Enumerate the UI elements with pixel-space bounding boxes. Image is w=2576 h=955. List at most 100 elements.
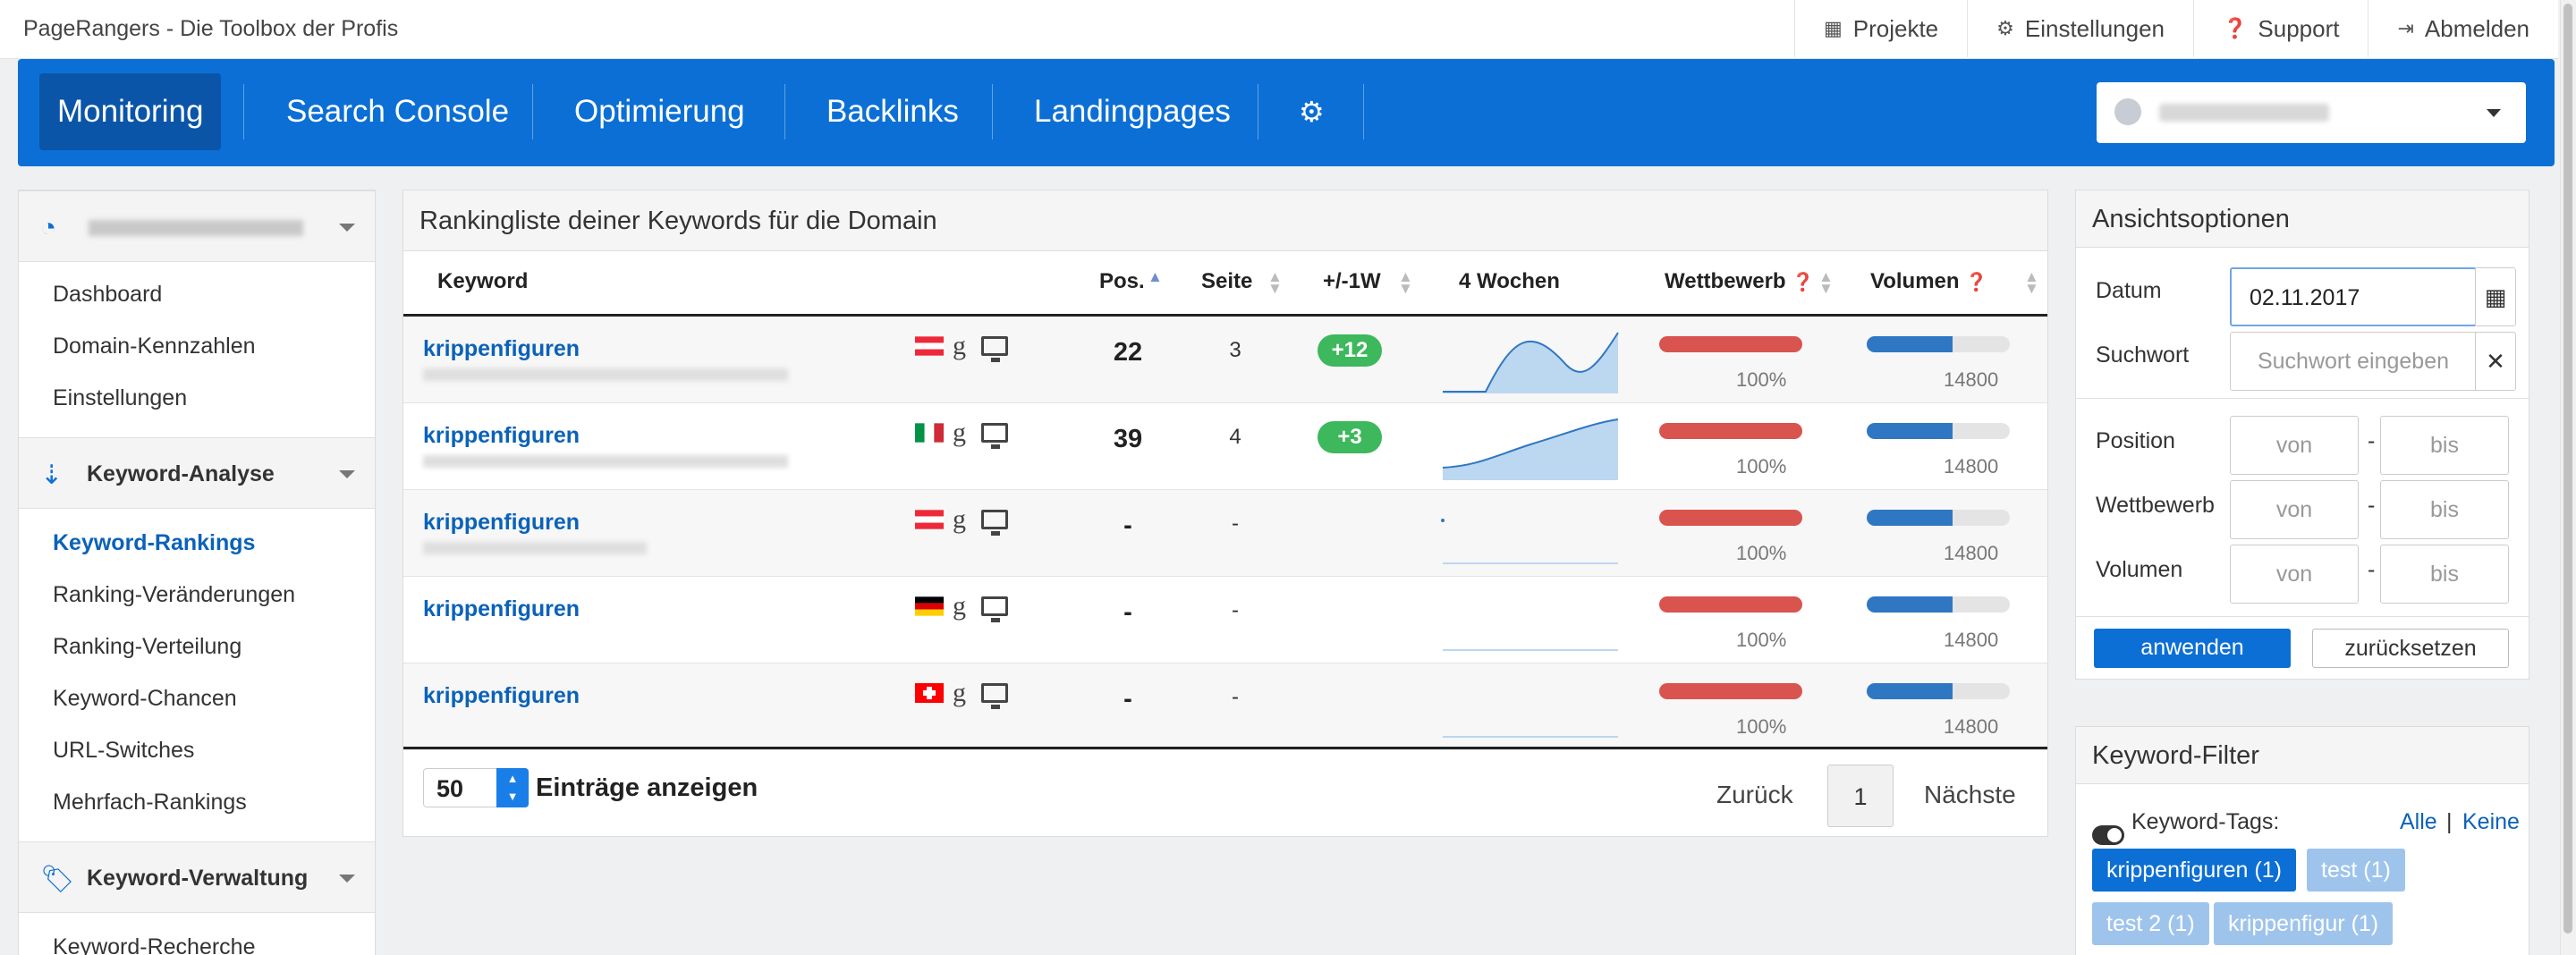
flag-italy-icon: [915, 423, 944, 443]
spinner-icon[interactable]: ▲ ▼: [496, 768, 529, 807]
tags-icon: 🏷: [40, 865, 75, 894]
select-all-link[interactable]: Alle: [2400, 809, 2437, 835]
ranking-panel: Rankingliste deiner Keywords für die Dom…: [402, 190, 2048, 837]
einstellungen-link[interactable]: ⚙ Einstellungen: [1967, 0, 2193, 57]
sidebar-section-keyword-verwaltung[interactable]: 🏷 Keyword-Verwaltung: [19, 841, 375, 913]
table-row: krippenfiguren g - - 100% 14800: [403, 577, 2047, 663]
suchwort-input[interactable]: Suchwort eingeben: [2230, 332, 2477, 391]
sidebar-item-keyword-recherche[interactable]: Keyword-Recherche: [53, 934, 256, 955]
view-options-panel: Ansichtsoptionen Datum 02.11.2017 ▦ Such…: [2075, 190, 2529, 680]
clear-icon[interactable]: ✕: [2475, 332, 2516, 391]
trend-sparkline: [1441, 519, 1618, 564]
col-change[interactable]: +/-1W: [1323, 269, 1381, 294]
nav-settings-gear-icon[interactable]: ⚙: [1281, 73, 1343, 150]
abmelden-link[interactable]: ⇥ Abmelden: [2368, 0, 2558, 57]
tag-krippenfiguren[interactable]: krippenfiguren (1): [2092, 849, 2296, 892]
sidebar-item-dashboard[interactable]: Dashboard: [53, 282, 162, 308]
col-volumen[interactable]: Volumen: [1870, 269, 1960, 294]
datum-input[interactable]: 02.11.2017: [2230, 267, 2477, 326]
nav-divider: [992, 84, 993, 139]
col-keyword[interactable]: Keyword: [437, 269, 528, 294]
section-title: Keyword-Analyse: [87, 461, 275, 486]
sidebar-item-url-switches[interactable]: URL-Switches: [53, 738, 194, 764]
divider: [2076, 616, 2529, 617]
page-value: -: [1232, 685, 1239, 709]
position-label: Position: [2096, 428, 2175, 453]
select-none-link[interactable]: Keine: [2462, 809, 2520, 835]
nav-backlinks[interactable]: Backlinks: [809, 73, 977, 150]
scrollbar-thumb[interactable]: [2563, 4, 2572, 934]
desktop-icon: [981, 510, 1008, 536]
position-bis-input[interactable]: bis: [2380, 416, 2509, 475]
domain-name-redacted: [2159, 104, 2329, 122]
sidebar-item-keyword-chancen[interactable]: Keyword-Chancen: [53, 686, 237, 712]
volumen-von-input[interactable]: von: [2230, 545, 2359, 604]
position-value: -: [1123, 598, 1132, 627]
keyword-link[interactable]: krippenfiguren: [423, 683, 580, 709]
panel-header: Keyword-Filter: [2076, 727, 2529, 784]
sort-icon: ▲ ▼: [1398, 268, 1413, 297]
desktop-icon: [981, 423, 1008, 449]
nav-optimierung[interactable]: Optimierung: [556, 73, 763, 150]
entries-per-page-select[interactable]: 50 ▲ ▼: [423, 768, 529, 807]
pagination-page[interactable]: 1: [1827, 765, 1894, 827]
chevron-down-icon: [339, 470, 355, 478]
volumen-bar: [1867, 423, 1953, 439]
volumen-bis-input[interactable]: bis: [2380, 545, 2509, 604]
gear-icon: ⚙: [1996, 17, 2014, 39]
tag-krippenfigur[interactable]: krippenfigur (1): [2214, 902, 2394, 945]
nav-divider: [784, 84, 785, 139]
change-badge: +12: [1318, 334, 1382, 367]
sidebar-item-mehrfach-rankings[interactable]: Mehrfach-Rankings: [53, 790, 247, 816]
reset-button[interactable]: zurücksetzen: [2312, 629, 2509, 668]
keyword-link[interactable]: krippenfiguren: [423, 596, 580, 622]
nav-landingpages[interactable]: Landingpages: [1016, 73, 1249, 150]
sidebar-item-domain-kennzahlen[interactable]: Domain-Kennzahlen: [53, 334, 256, 359]
position-von-input[interactable]: von: [2230, 416, 2359, 475]
col-seite[interactable]: Seite: [1201, 269, 1252, 294]
domain-select[interactable]: [2097, 82, 2526, 143]
wettbewerb-von-input[interactable]: von: [2230, 480, 2359, 539]
volumen-bar: [1867, 596, 1953, 613]
link-separator: |: [2446, 809, 2453, 834]
table-row: krippenfiguren g - - 100% 14800: [403, 663, 2047, 750]
sidebar-project-select[interactable]: ◔: [19, 190, 375, 262]
tag-test[interactable]: test (1): [2307, 849, 2405, 892]
nav-monitoring[interactable]: Monitoring: [39, 73, 222, 150]
entries-label: Einträge anzeigen: [536, 773, 758, 802]
projekte-link[interactable]: ▦ Projekte: [1793, 0, 1967, 57]
trend-sparkline: [1442, 418, 1619, 480]
google-icon: g: [953, 418, 966, 447]
col-wettbewerb[interactable]: Wettbewerb: [1665, 269, 1786, 294]
sidebar-item-ranking-veraenderungen[interactable]: Ranking-Veränderungen: [53, 582, 295, 608]
table-row: krippenfiguren g 22 3 +12 100% 14800: [403, 317, 2047, 403]
sidebar-section-keyword-analyse[interactable]: ⇣ Keyword-Analyse: [19, 437, 375, 509]
project-name-redacted: [89, 220, 303, 236]
keyword-link[interactable]: krippenfiguren: [423, 423, 580, 449]
help-icon[interactable]: ❓: [1792, 271, 1814, 293]
desktop-icon: [981, 596, 1008, 622]
desktop-icon: [981, 336, 1008, 362]
tag-test-2[interactable]: test 2 (1): [2092, 902, 2209, 945]
section-title: Keyword-Verwaltung: [87, 866, 309, 891]
help-icon[interactable]: ❓: [1965, 271, 1987, 293]
apply-button[interactable]: anwenden: [2094, 629, 2291, 668]
trend-sparkline: [1443, 649, 1618, 651]
nav-search-console[interactable]: Search Console: [268, 73, 527, 150]
keyword-link[interactable]: krippenfiguren: [423, 510, 580, 536]
col-pos[interactable]: Pos.: [1099, 269, 1145, 294]
sidebar-item-ranking-verteilung[interactable]: Ranking-Verteilung: [53, 634, 242, 660]
keyword-link[interactable]: krippenfiguren: [423, 336, 580, 362]
pagination-prev[interactable]: Zurück: [1716, 781, 1793, 809]
app-title: PageRangers - Die Toolbox der Profis: [23, 16, 399, 41]
volumen-bar: [1867, 510, 1953, 526]
support-link[interactable]: ❓ Support: [2193, 0, 2368, 57]
entries-per-page-value: 50: [436, 775, 464, 802]
calendar-icon[interactable]: ▦: [2475, 267, 2516, 326]
sidebar-item-keyword-rankings[interactable]: Keyword-Rankings: [53, 530, 255, 556]
position-value: -: [1123, 685, 1132, 714]
pagination-next[interactable]: Nächste: [1924, 781, 2016, 809]
sidebar-item-einstellungen[interactable]: Einstellungen: [53, 385, 187, 411]
wettbewerb-bis-input[interactable]: bis: [2380, 480, 2509, 539]
keyword-tags-toggle[interactable]: [2092, 825, 2124, 845]
